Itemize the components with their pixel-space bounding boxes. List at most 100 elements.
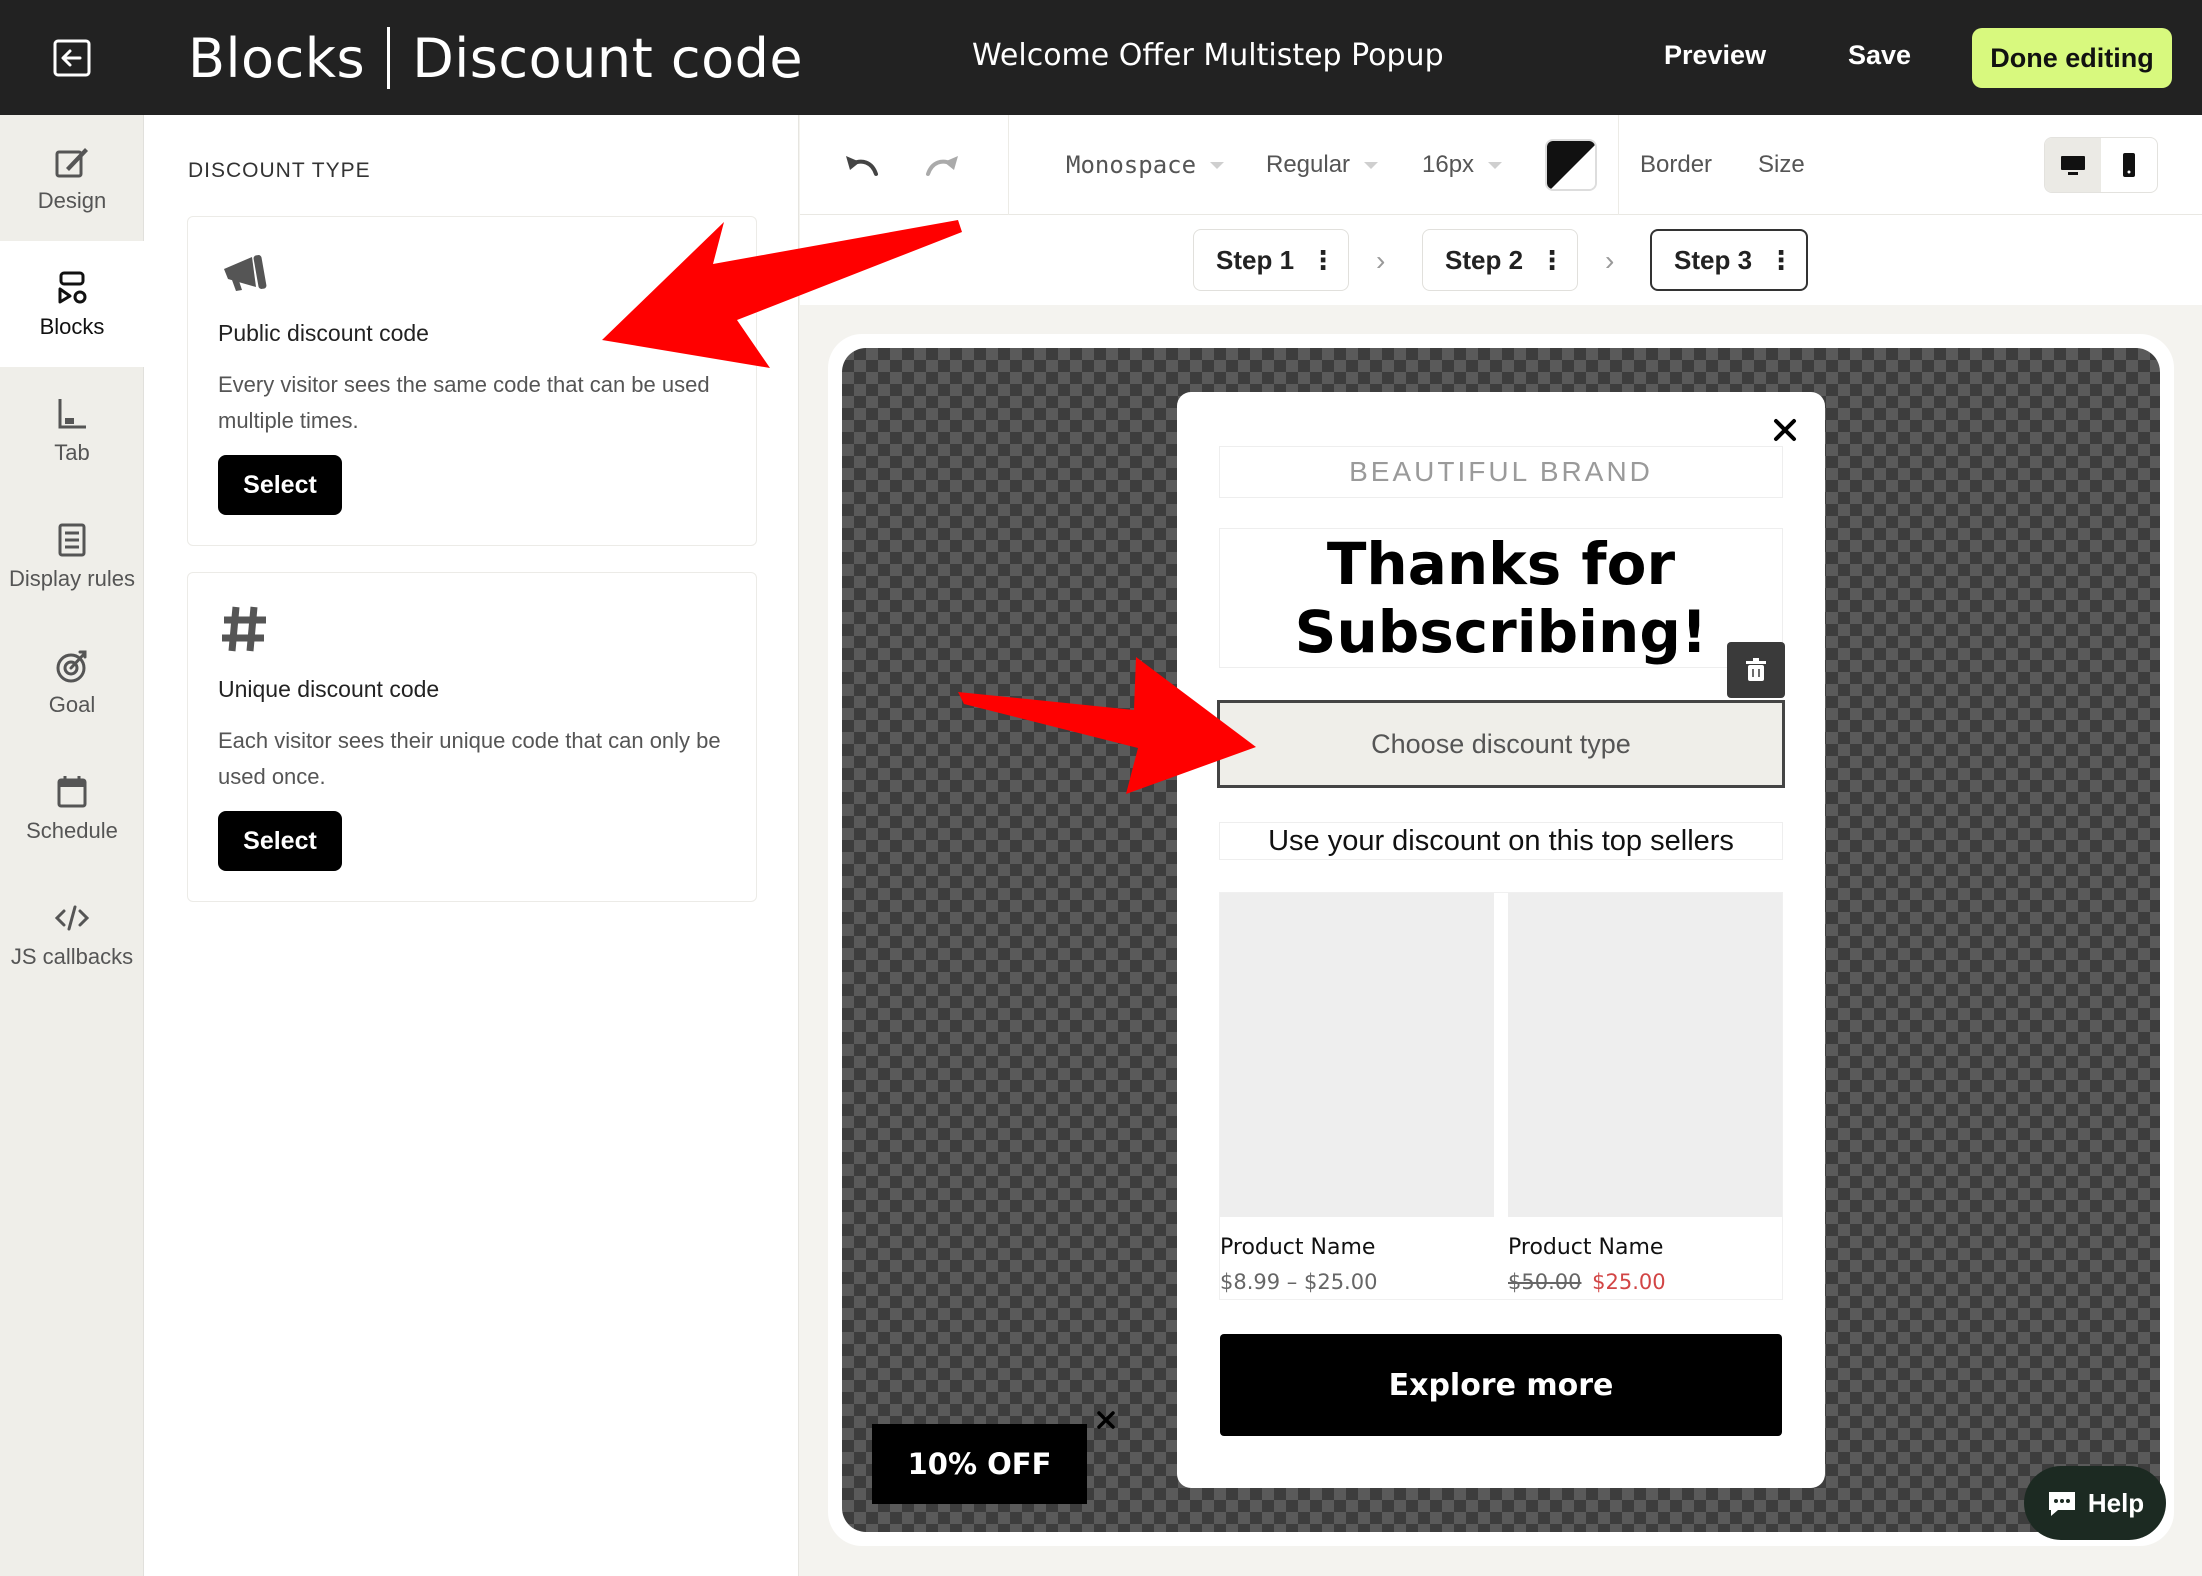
nav-label: Design [37,188,107,213]
delete-block-button[interactable] [1727,642,1785,698]
product-card[interactable]: Product Name $8.99 – $25.00 [1220,893,1494,1294]
exit-icon[interactable] [50,36,94,80]
close-icon[interactable] [1767,412,1803,448]
chevron-right-icon: › [1605,245,1615,276]
redo-icon[interactable] [922,148,962,182]
nav-item-goal[interactable]: Goal [0,619,144,745]
step-1-tab[interactable]: Step 1 ⋮ [1193,229,1349,291]
nav-label: JS callbacks [10,944,134,969]
editor-toolbar: Monospace Regular 16px Border Size [800,115,2202,215]
chevron-down-icon [1488,161,1503,169]
product-card[interactable]: Product Name $50.00 $25.00 [1508,893,1782,1294]
step-3-tab[interactable]: Step 3 ⋮ [1650,229,1808,291]
close-icon[interactable] [1094,1408,1118,1432]
select-unique-button[interactable]: Select [218,811,342,871]
font-weight-value: Regular [1266,151,1351,178]
step-navigation: Step 1 ⋮ › Step 2 ⋮ › Step 3 ⋮ [800,215,2202,305]
product-price: $8.99 – $25.00 [1220,1270,1494,1294]
popup-preview: BEAUTIFUL BRAND Thanks for Subscribing! … [1177,392,1825,1488]
step-label: Step 3 [1674,244,1753,275]
toolbar-divider [1008,115,1009,215]
font-family-dropdown[interactable]: Monospace [1066,151,1225,179]
price-range: $8.99 – $25.00 [1220,1270,1378,1294]
undo-icon[interactable] [842,148,882,182]
nav-item-schedule[interactable]: Schedule [0,745,144,871]
discount-type-card-public: Public discount code Every visitor sees … [187,216,757,546]
subheading[interactable]: Use your discount on this top sellers [1219,822,1783,860]
help-button[interactable]: Help [2024,1466,2166,1540]
desktop-view-button[interactable] [2045,138,2101,192]
popup-name: Welcome Offer Multistep Popup [972,38,1444,73]
brand-text[interactable]: BEAUTIFUL BRAND [1219,446,1783,498]
teaser-badge[interactable]: 10% OFF [872,1424,1087,1504]
nav-label: Tab [54,440,90,465]
top-bar: Blocks Discount code Welcome Offer Multi… [0,0,2202,115]
nav-label: Display rules [9,566,135,591]
nav-item-tab[interactable]: Tab [0,367,144,493]
nav-item-blocks[interactable]: Blocks [0,241,144,367]
mobile-icon [2123,153,2135,177]
settings-panel: DISCOUNT TYPE Public discount code Every… [144,115,799,1576]
card-title: Public discount code [218,320,429,346]
font-weight-dropdown[interactable]: Regular [1266,151,1379,179]
border-button[interactable]: Border [1640,151,1712,179]
select-public-button[interactable]: Select [218,455,342,515]
panel-heading: DISCOUNT TYPE [188,159,371,182]
desktop-icon [2061,156,2085,175]
nav-item-design[interactable]: Design [0,115,144,241]
headline-line-2: Subscribing! [1294,598,1708,666]
calendar-icon [57,776,87,808]
font-family-value: Monospace [1066,151,1197,179]
tab-icon [58,399,86,429]
card-title: Unique discount code [218,676,440,702]
hash-icon [222,606,266,652]
blocks-icon [58,271,87,304]
discount-type-card-unique: Unique discount code Each visitor sees t… [187,572,757,902]
product-image [1508,893,1782,1217]
device-toggle [2044,137,2158,193]
step-label: Step 1 [1216,244,1295,275]
done-editing-button[interactable]: Done editing [1972,28,2172,88]
product-price: $50.00 $25.00 [1508,1270,1782,1294]
help-label: Help [2087,1487,2145,1518]
more-vertical-icon[interactable]: ⋮ [1768,245,1794,276]
title-section: Blocks [188,26,366,90]
preview-button[interactable]: Preview [1664,40,1766,71]
title-divider [387,27,391,89]
title-block: Discount code [412,26,804,90]
text-color-picker[interactable] [1545,139,1597,191]
font-size-dropdown[interactable]: 16px [1422,151,1503,179]
step-2-tab[interactable]: Step 2 ⋮ [1422,229,1578,291]
document-icon [58,523,86,557]
headline[interactable]: Thanks for Subscribing! [1219,528,1783,668]
product-name: Product Name [1220,1235,1376,1260]
nav-label: Blocks [39,314,105,339]
nav-label: Goal [48,692,96,717]
chat-icon [2048,1492,2075,1516]
discount-code-block[interactable]: Choose discount type [1217,700,1785,788]
chevron-down-icon [1210,161,1225,169]
sale-price: $25.00 [1592,1270,1666,1294]
brush-icon [55,148,88,178]
more-vertical-icon[interactable]: ⋮ [1539,245,1565,276]
headline-line-1: Thanks for [1326,530,1676,598]
toolbar-divider [1618,115,1619,215]
product-grid[interactable]: Product Name $8.99 – $25.00 Product Name… [1219,892,1783,1300]
nav-item-js-callbacks[interactable]: JS callbacks [0,871,144,997]
product-image [1220,893,1494,1217]
product-name: Product Name [1508,1235,1664,1260]
more-vertical-icon[interactable]: ⋮ [1310,245,1336,276]
size-button[interactable]: Size [1758,151,1805,179]
mobile-view-button[interactable] [2101,138,2157,192]
left-nav: Design Blocks Tab Display rules Goal Sch… [0,115,144,1576]
megaphone-icon [224,255,267,291]
chevron-right-icon: › [1376,245,1386,276]
trash-icon [1746,658,1766,681]
target-icon [56,650,87,683]
chevron-down-icon [1364,161,1379,169]
explore-more-button[interactable]: Explore more [1220,1334,1782,1436]
card-description: Every visitor sees the same code that ca… [218,372,710,433]
nav-item-display-rules[interactable]: Display rules [0,493,144,619]
font-size-value: 16px [1422,151,1475,178]
save-button[interactable]: Save [1848,40,1911,71]
